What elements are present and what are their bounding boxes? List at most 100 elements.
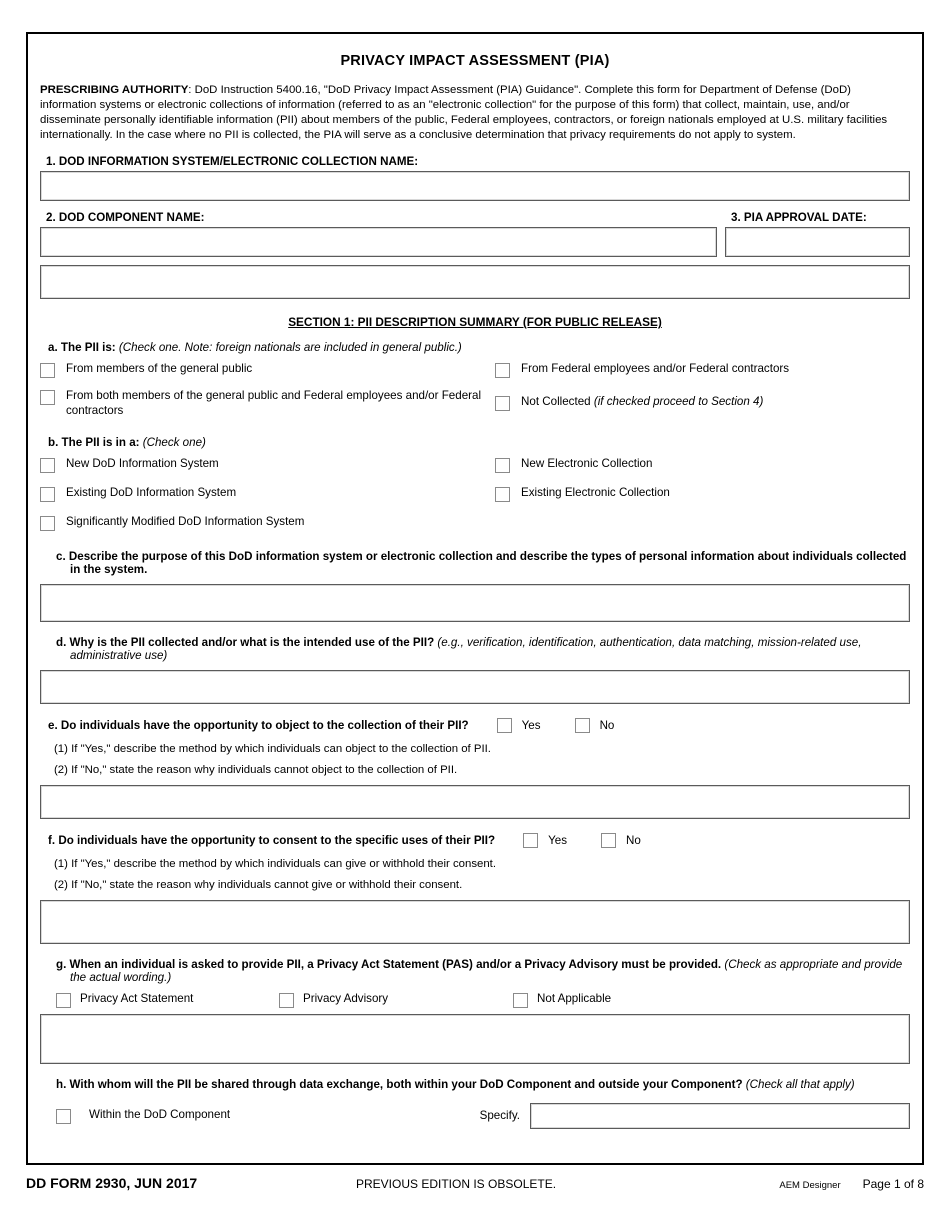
specify-input[interactable] (530, 1102, 910, 1129)
checkbox-f-yes-label: Yes (548, 833, 567, 847)
question-c-label: c. Describe the purpose of this DoD info… (40, 550, 910, 576)
question-g-label: g. When an individual is asked to provid… (40, 958, 910, 984)
question-f-text: Do individuals have the opportunity to c… (58, 833, 496, 847)
question-e-letter: e. (48, 718, 58, 732)
prescribing-authority-paragraph: PRESCRIBING AUTHORITY: DoD Instruction 5… (40, 83, 910, 143)
checkbox-a-both[interactable]: From both members of the general public … (40, 389, 495, 419)
field-3-input[interactable] (725, 227, 910, 258)
question-h-letter: h. (56, 1077, 67, 1091)
checkbox-g-not-applicable[interactable]: Not Applicable (513, 992, 611, 1008)
question-g-letter: g. (56, 957, 67, 971)
checkbox-a-not-collected-note: (if checked proceed to Section 4) (593, 395, 764, 409)
checkbox-icon[interactable] (40, 486, 55, 502)
checkbox-icon[interactable] (601, 832, 616, 848)
checkbox-e-no[interactable]: No (565, 717, 615, 733)
checkbox-icon[interactable] (495, 363, 510, 379)
question-e-sub1: (1) If "Yes," describe the method by whi… (54, 742, 491, 755)
question-h-label: h. With whom will the PII be shared thro… (40, 1078, 910, 1091)
checkbox-b-existing-system[interactable]: Existing DoD Information System (40, 486, 495, 502)
checkbox-icon[interactable] (56, 992, 71, 1008)
checkbox-icon[interactable] (513, 992, 528, 1008)
specify-label: Specify. (479, 1109, 520, 1123)
checkbox-a-general-public[interactable]: From members of the general public (40, 362, 495, 379)
question-g-text: When an individual is asked to provide P… (69, 957, 722, 971)
question-b-letter: b. (48, 435, 59, 449)
question-d-input[interactable] (40, 669, 910, 704)
checkbox-g-privacy-act-statement-label: Privacy Act Statement (80, 992, 194, 1006)
prescribing-authority-label: PRESCRIBING AUTHORITY (40, 84, 189, 96)
checkbox-icon[interactable] (495, 396, 510, 412)
checkbox-a-not-collected-label: Not Collected (if checked proceed to Sec… (521, 395, 763, 410)
checkbox-b-existing-collection[interactable]: Existing Electronic Collection (495, 486, 910, 502)
question-a-note: (Check one. Note: foreign nationals are … (118, 341, 462, 355)
question-d-label: d. Why is the PII collected and/or what … (40, 636, 910, 662)
checkbox-a-not-collected[interactable]: Not Collected (if checked proceed to Sec… (495, 395, 910, 412)
checkbox-g-privacy-advisory-label: Privacy Advisory (303, 992, 389, 1006)
checkbox-a-not-collected-text: Not Collected (521, 395, 594, 409)
question-f-letter: f. (48, 833, 56, 847)
field-1-input[interactable] (40, 171, 910, 202)
checkbox-f-no[interactable]: No (591, 832, 641, 848)
field-1-label: 1. DOD INFORMATION SYSTEM/ELECTRONIC COL… (46, 155, 419, 169)
question-g-input[interactable] (40, 1013, 910, 1064)
checkbox-icon[interactable] (40, 363, 55, 379)
question-d-text: Why is the PII collected and/or what is … (69, 635, 435, 649)
question-b-note: (Check one) (142, 435, 206, 449)
question-f-sub1: (1) If "Yes," describe the method by whi… (54, 857, 497, 870)
checkbox-g-privacy-act-statement[interactable]: Privacy Act Statement (56, 992, 279, 1008)
checkbox-b-existing-collection-label: Existing Electronic Collection (521, 485, 670, 499)
checkbox-g-privacy-advisory[interactable]: Privacy Advisory (279, 992, 513, 1008)
checkbox-b-modified-system[interactable]: Significantly Modified DoD Information S… (40, 515, 495, 531)
question-h-text: With whom will the PII be shared through… (69, 1077, 743, 1091)
field-4-input[interactable] (40, 265, 910, 300)
checkbox-h-within-dod[interactable]: Within the DoD Component (56, 1108, 230, 1124)
question-e-row: e. Do individuals have the opportunity t… (40, 717, 910, 733)
question-a-label: a. The PII is: (Check one. Note: foreign… (40, 341, 910, 354)
page-footer: DD FORM 2930, JUN 2017 PREVIOUS EDITION … (26, 1175, 924, 1191)
checkbox-e-yes[interactable]: Yes (487, 717, 541, 733)
checkbox-b-new-system-label: New DoD Information System (66, 456, 219, 470)
checkbox-b-existing-system-label: Existing DoD Information System (66, 485, 237, 499)
checkbox-e-no-label: No (599, 718, 615, 732)
checkbox-icon[interactable] (40, 515, 55, 531)
question-e-input[interactable] (40, 784, 910, 819)
question-c-letter: c. (56, 549, 66, 563)
section-1-heading: SECTION 1: PII DESCRIPTION SUMMARY (FOR … (288, 315, 662, 330)
question-f-input[interactable] (40, 899, 910, 944)
checkbox-icon[interactable] (496, 717, 512, 733)
question-h-note: (Check all that apply) (745, 1077, 855, 1091)
checkbox-a-federal-label: From Federal employees and/or Federal co… (521, 362, 790, 376)
question-c-input[interactable] (40, 583, 910, 622)
checkbox-b-new-collection-label: New Electronic Collection (521, 456, 653, 470)
footer-designer: AEM Designer (779, 1180, 841, 1191)
checkbox-b-new-collection[interactable]: New Electronic Collection (495, 457, 910, 473)
checkbox-icon[interactable] (279, 992, 294, 1008)
checkbox-g-not-applicable-label: Not Applicable (537, 992, 612, 1006)
question-b-label: b. The PII is in a: (Check one) (40, 436, 910, 449)
checkbox-icon[interactable] (56, 1108, 71, 1124)
checkbox-icon[interactable] (495, 486, 510, 502)
checkbox-b-new-system[interactable]: New DoD Information System (40, 457, 495, 473)
footer-form-id: DD FORM 2930, JUN 2017 (26, 1175, 198, 1191)
question-d-letter: d. (56, 635, 67, 649)
checkbox-icon[interactable] (523, 832, 539, 848)
checkbox-f-no-label: No (626, 833, 641, 847)
checkbox-icon[interactable] (40, 390, 55, 406)
checkbox-icon[interactable] (574, 717, 590, 733)
question-c-text: Describe the purpose of this DoD informa… (68, 549, 907, 576)
checkbox-e-yes-label: Yes (521, 718, 541, 732)
checkbox-icon[interactable] (40, 457, 55, 473)
field-2-input[interactable] (40, 227, 717, 258)
checkbox-icon[interactable] (495, 457, 510, 473)
checkbox-a-federal[interactable]: From Federal employees and/or Federal co… (495, 362, 910, 379)
checkbox-f-yes[interactable]: Yes (513, 832, 567, 848)
question-e-sub2: (2) If "No," state the reason why indivi… (54, 763, 458, 776)
page-title: PRIVACY IMPACT ASSESSMENT (PIA) (340, 53, 610, 69)
footer-page-number: Page 1 of 8 (862, 1177, 924, 1191)
question-a-letter: a. (48, 341, 58, 355)
question-e-text: Do individuals have the opportunity to o… (60, 718, 469, 732)
checkbox-h-within-dod-label: Within the DoD Component (89, 1108, 231, 1122)
question-f-sub2: (2) If "No," state the reason why indivi… (54, 878, 463, 891)
question-f-label: f. Do individuals have the opportunity t… (48, 834, 495, 847)
checkbox-a-general-public-label: From members of the general public (66, 362, 253, 376)
